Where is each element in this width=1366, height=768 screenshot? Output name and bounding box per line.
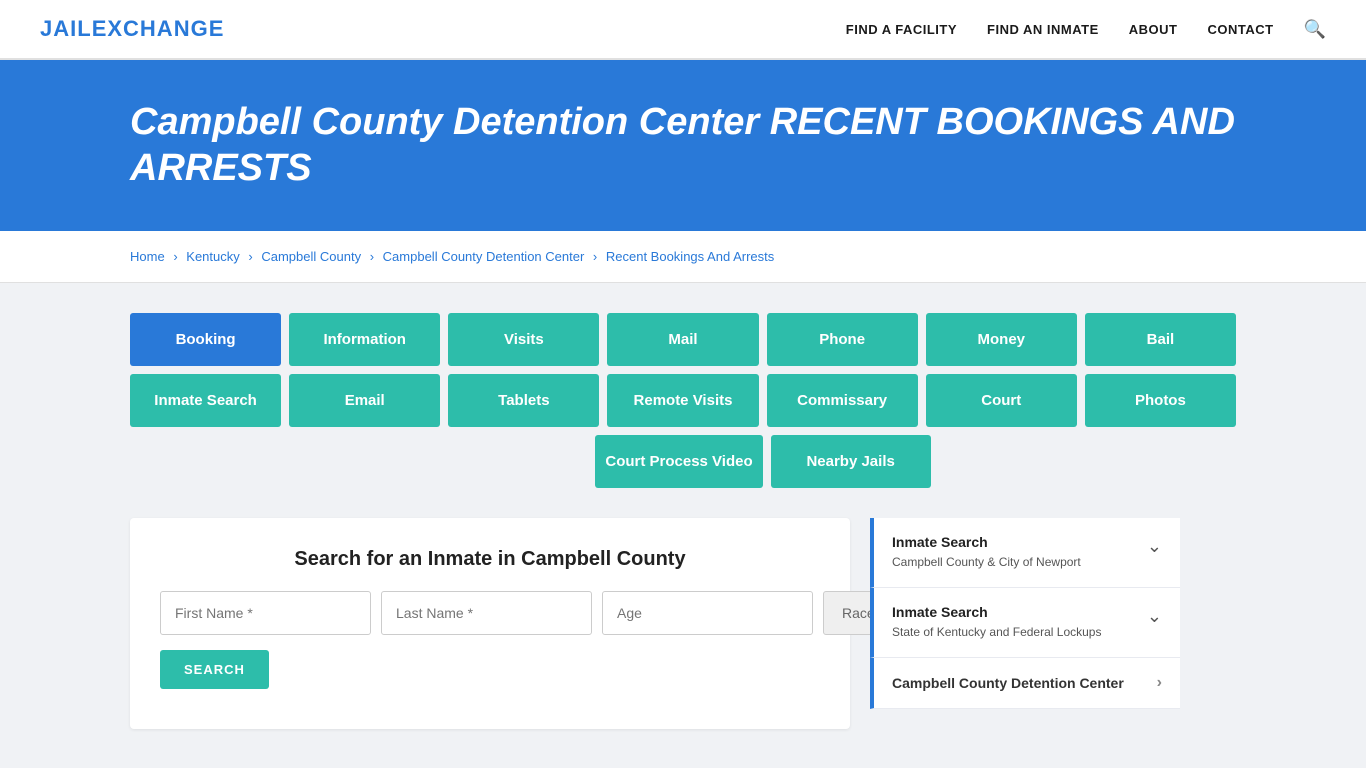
sidebar: Inmate Search Campbell County & City of …: [870, 518, 1180, 709]
first-name-input[interactable]: [160, 591, 371, 635]
navigation-buttons: Booking Information Visits Mail Phone Mo…: [130, 313, 1236, 488]
nav-about[interactable]: ABOUT: [1129, 22, 1178, 37]
breadcrumb-campbell-county[interactable]: Campbell County: [261, 249, 361, 264]
btn-commissary[interactable]: Commissary: [767, 374, 918, 427]
search-form-title: Search for an Inmate in Campbell County: [160, 548, 820, 571]
breadcrumb: Home › Kentucky › Campbell County › Camp…: [0, 231, 1366, 283]
main-nav: FIND A FACILITY FIND AN INMATE ABOUT CON…: [846, 19, 1326, 40]
btn-mail[interactable]: Mail: [607, 313, 758, 366]
sidebar-item-text-campbell: Inmate Search Campbell County & City of …: [892, 534, 1081, 571]
btn-information[interactable]: Information: [289, 313, 440, 366]
search-icon-button[interactable]: 🔍: [1304, 19, 1326, 40]
btn-court-process-video[interactable]: Court Process Video: [595, 435, 762, 488]
btn-nearby-jails[interactable]: Nearby Jails: [771, 435, 931, 488]
age-input[interactable]: [602, 591, 813, 635]
chevron-down-icon-2: ⌄: [1147, 606, 1162, 627]
search-button-row: SEARCH: [160, 650, 820, 689]
nav-find-inmate[interactable]: FIND AN INMATE: [987, 22, 1099, 37]
breadcrumb-kentucky[interactable]: Kentucky: [186, 249, 239, 264]
search-submit-button[interactable]: SEARCH: [160, 650, 269, 689]
btn-inmate-search[interactable]: Inmate Search: [130, 374, 281, 427]
title-main: Campbell County Detention Center: [130, 101, 759, 143]
breadcrumb-recent-bookings[interactable]: Recent Bookings And Arrests: [606, 249, 774, 264]
header: JAILEXCHANGE FIND A FACILITY FIND AN INM…: [0, 0, 1366, 60]
logo-exchange: EXCHANGE: [92, 16, 225, 41]
sidebar-item-text-kentucky: Inmate Search State of Kentucky and Fede…: [892, 604, 1101, 641]
logo-jail: JAIL: [40, 16, 92, 41]
breadcrumb-detention-center[interactable]: Campbell County Detention Center: [383, 249, 585, 264]
btn-booking[interactable]: Booking: [130, 313, 281, 366]
chevron-right-icon: ›: [1157, 674, 1162, 692]
search-form-row-inputs: Race White Black Hispanic Asian Other: [160, 591, 820, 635]
btn-bail[interactable]: Bail: [1085, 313, 1236, 366]
sidebar-item-inmate-search-campbell[interactable]: Inmate Search Campbell County & City of …: [870, 518, 1180, 588]
btn-photos[interactable]: Photos: [1085, 374, 1236, 427]
button-row-1: Booking Information Visits Mail Phone Mo…: [130, 313, 1236, 366]
btn-tablets[interactable]: Tablets: [448, 374, 599, 427]
btn-court[interactable]: Court: [926, 374, 1077, 427]
nav-find-facility[interactable]: FIND A FACILITY: [846, 22, 957, 37]
inmate-search-card: Search for an Inmate in Campbell County …: [130, 518, 850, 729]
last-name-input[interactable]: [381, 591, 592, 635]
chevron-down-icon: ⌄: [1147, 536, 1162, 557]
sidebar-item-campbell-detention[interactable]: Campbell County Detention Center ›: [870, 658, 1180, 709]
nav-contact[interactable]: CONTACT: [1207, 22, 1273, 37]
btn-phone[interactable]: Phone: [767, 313, 918, 366]
button-row-3: Court Process Video Nearby Jails: [290, 435, 1236, 488]
bottom-section: Search for an Inmate in Campbell County …: [130, 518, 1236, 729]
breadcrumb-home[interactable]: Home: [130, 249, 165, 264]
hero-banner: Campbell County Detention Center RECENT …: [0, 60, 1366, 231]
btn-remote-visits[interactable]: Remote Visits: [607, 374, 758, 427]
button-row-2: Inmate Search Email Tablets Remote Visit…: [130, 374, 1236, 427]
main-content: Booking Information Visits Mail Phone Mo…: [0, 283, 1366, 759]
btn-email[interactable]: Email: [289, 374, 440, 427]
btn-visits[interactable]: Visits: [448, 313, 599, 366]
page-title: Campbell County Detention Center RECENT …: [130, 100, 1326, 191]
logo[interactable]: JAILEXCHANGE: [40, 16, 224, 42]
btn-money[interactable]: Money: [926, 313, 1077, 366]
sidebar-item-inmate-search-kentucky[interactable]: Inmate Search State of Kentucky and Fede…: [870, 588, 1180, 658]
